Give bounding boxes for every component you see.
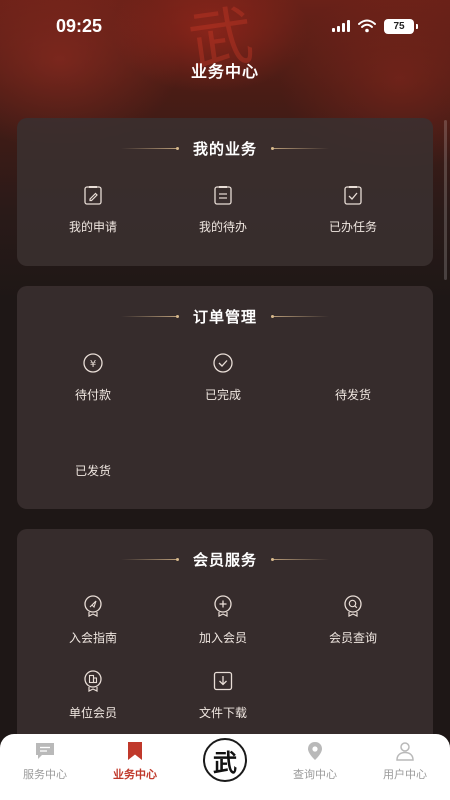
item-label: 待发货 xyxy=(334,388,371,402)
divider-ornament xyxy=(271,314,329,318)
corporate-member-button[interactable]: 单位会员 xyxy=(28,670,158,721)
item-label: 入会指南 xyxy=(68,631,117,645)
shipped-button[interactable]: 已发货 xyxy=(28,462,158,479)
tab-label: 用户中心 xyxy=(383,768,427,781)
item-label: 文件下载 xyxy=(198,706,247,720)
section-title-text: 会员服务 xyxy=(192,550,257,569)
item-label: 已发货 xyxy=(74,464,111,478)
divider-ornament xyxy=(120,557,179,561)
chat-icon xyxy=(36,743,54,759)
member-services-card: 会员服务 入会指南 加入会员 会员查询 单位会员 文件下载 xyxy=(17,529,433,749)
membership-guide-button[interactable]: 入会指南 xyxy=(28,595,158,646)
divider-ornament xyxy=(271,557,329,561)
my-applications-button[interactable]: 我的申请 xyxy=(28,184,158,235)
section-title-text: 我的业务 xyxy=(192,139,257,158)
tab-label: 服务中心 xyxy=(23,768,67,781)
guide-badge-icon xyxy=(84,595,102,617)
item-label: 会员查询 xyxy=(328,631,377,645)
member-search-button[interactable]: 会员查询 xyxy=(288,595,418,646)
download-icon xyxy=(213,671,233,691)
awaiting-shipment-button[interactable]: 待发货 xyxy=(288,386,418,403)
item-label: 已完成 xyxy=(204,388,241,402)
tab-query-center[interactable]: 查询中心 xyxy=(270,740,360,782)
my-todo-button[interactable]: 我的待办 xyxy=(158,184,288,235)
divider-ornament xyxy=(120,314,179,318)
order-management-card: 订单管理 ¥ 待付款 已完成 待发货 已发货 xyxy=(17,286,433,509)
tab-label: 查询中心 xyxy=(293,768,337,781)
edit-doc-icon xyxy=(84,186,102,205)
item-label: 待付款 xyxy=(74,388,111,402)
join-membership-button[interactable]: 加入会员 xyxy=(158,595,288,646)
completed-orders-button[interactable]: 已完成 xyxy=(158,352,288,403)
tab-label: 业务中心 xyxy=(113,768,157,781)
svg-text:¥: ¥ xyxy=(90,359,96,370)
item-label: 我的待办 xyxy=(198,220,247,234)
item-label: 我的申请 xyxy=(68,220,117,234)
status-icons: 75 xyxy=(332,18,418,34)
tab-user-center[interactable]: 用户中心 xyxy=(360,740,450,782)
battery-level: 75 xyxy=(393,20,405,32)
wifi-icon xyxy=(358,19,376,33)
location-icon xyxy=(308,742,322,760)
center-logo-button[interactable]: 武 xyxy=(203,738,247,782)
item-label: 单位会员 xyxy=(68,706,117,720)
section-title: 会员服务 xyxy=(17,549,433,569)
scrollbar[interactable] xyxy=(444,120,447,280)
user-icon xyxy=(396,742,414,761)
page-title: 业务中心 xyxy=(190,62,259,81)
my-business-card: 我的业务 我的申请 我的待办 已办任务 xyxy=(17,118,433,266)
yuan-circle-icon: ¥ xyxy=(83,353,103,373)
list-doc-icon xyxy=(214,186,232,205)
search-badge-icon xyxy=(344,595,362,617)
check-doc-icon xyxy=(344,186,362,205)
status-bar: 09:25 75 xyxy=(0,0,450,52)
tab-business-center[interactable]: 业务中心 xyxy=(90,740,180,782)
file-download-button[interactable]: 文件下载 xyxy=(158,670,288,721)
section-title-text: 订单管理 xyxy=(192,307,257,326)
logo-glyph: 武 xyxy=(213,747,237,777)
bookmark-icon xyxy=(128,742,142,760)
status-time: 09:25 xyxy=(56,15,103,36)
building-badge-icon xyxy=(84,670,102,692)
section-title: 我的业务 xyxy=(17,138,433,158)
check-circle-icon xyxy=(213,353,233,373)
divider-ornament xyxy=(120,146,179,150)
item-label: 加入会员 xyxy=(198,631,247,645)
section-title: 订单管理 xyxy=(17,306,433,326)
add-badge-icon xyxy=(214,595,232,617)
completed-tasks-button[interactable]: 已办任务 xyxy=(288,184,418,235)
pending-payment-button[interactable]: ¥ 待付款 xyxy=(28,352,158,403)
battery-icon: 75 xyxy=(384,18,418,34)
signal-icon xyxy=(332,20,350,32)
divider-ornament xyxy=(271,146,329,150)
tab-service-center[interactable]: 服务中心 xyxy=(0,740,90,782)
item-label: 已办任务 xyxy=(328,220,377,234)
